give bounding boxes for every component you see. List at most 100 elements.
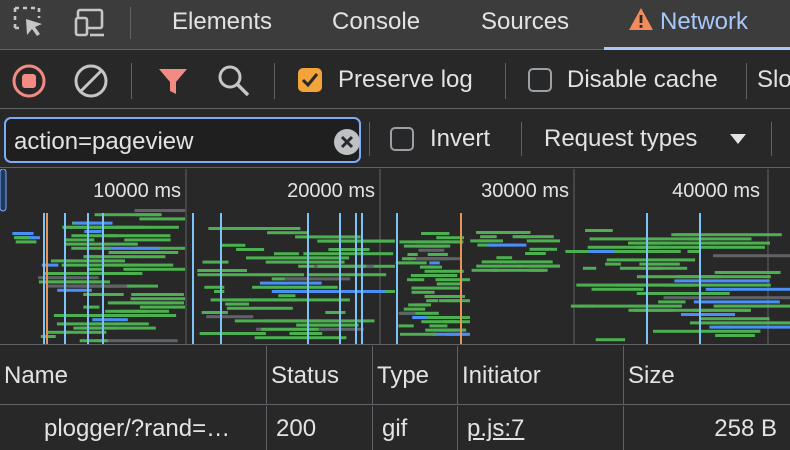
- request-bar: [415, 257, 461, 261]
- column-header-type[interactable]: Type: [373, 346, 458, 405]
- overview-timeline: 10000 ms 20000 ms 30000 ms 40000 ms: [0, 169, 790, 344]
- request-bar: [225, 302, 249, 306]
- request-bar: [481, 260, 517, 264]
- request-bar: [426, 316, 470, 319]
- request-bar: [274, 252, 299, 256]
- request-bar: [418, 248, 445, 252]
- request-bar: [118, 309, 170, 313]
- toolbar-separator: [521, 122, 522, 156]
- request-types-dropdown[interactable]: Request types: [544, 110, 754, 168]
- column-header-name[interactable]: Name: [0, 346, 267, 405]
- filter-icon[interactable]: [155, 63, 191, 99]
- request-bar: [478, 231, 495, 234]
- request-bar: [606, 258, 696, 262]
- request-bar: [526, 239, 560, 243]
- filter-input[interactable]: action=pageview: [4, 117, 361, 163]
- request-bar: [45, 284, 128, 288]
- request-bar: [689, 321, 790, 325]
- request-bar: [57, 288, 92, 292]
- request-bar: [267, 231, 309, 235]
- request-bar: [325, 311, 346, 314]
- request-bar: [65, 259, 78, 263]
- inspect-element-icon[interactable]: [12, 5, 46, 39]
- request-bar: [427, 253, 448, 256]
- overview-selection-handle[interactable]: [0, 169, 7, 212]
- request-bar: [529, 247, 558, 251]
- request-bar: [436, 282, 461, 286]
- network-overview[interactable]: 10000 ms 20000 ms 30000 ms 40000 ms: [0, 169, 790, 345]
- request-bar: [681, 313, 735, 316]
- request-bar: [94, 213, 159, 217]
- request-bar: [92, 318, 128, 322]
- stop-recording-icon[interactable]: [11, 63, 47, 99]
- request-bar: [206, 315, 254, 319]
- tab-sources[interactable]: Sources: [481, 0, 569, 50]
- request-bar: [407, 278, 425, 282]
- request-bar: [636, 292, 730, 295]
- request-bar: [436, 236, 464, 240]
- preserve-log-checkbox[interactable]: [298, 68, 322, 92]
- requests-table: Name Status Type Initiator Size plogger/…: [0, 346, 790, 450]
- request-bar: [426, 299, 438, 303]
- disable-cache-checkbox[interactable]: [528, 68, 552, 92]
- clear-icon[interactable]: [73, 63, 109, 99]
- clear-filter-button[interactable]: [334, 129, 360, 155]
- request-bar: [715, 334, 755, 337]
- invert-label: Invert: [430, 125, 491, 152]
- request-bar: [582, 266, 597, 270]
- request-bar: [264, 319, 375, 323]
- column-header-initiator[interactable]: Initiator: [458, 346, 624, 405]
- devtools-tab-bar: Elements Console Sources Network: [0, 0, 790, 50]
- request-bar: [709, 325, 790, 329]
- invert-checkbox[interactable]: [390, 127, 414, 151]
- throttling-select[interactable]: Slo: [757, 66, 790, 94]
- tab-label: Elements: [172, 8, 273, 35]
- request-bar: [136, 251, 147, 254]
- request-bar: [84, 255, 166, 259]
- request-bar: [442, 320, 470, 324]
- request-bar: [208, 227, 301, 230]
- request-initiator-link[interactable]: p.js:7: [458, 406, 624, 450]
- request-bar: [220, 243, 246, 247]
- request-bar: [68, 272, 143, 275]
- tab-network[interactable]: Network: [628, 0, 748, 50]
- request-bar: [578, 304, 682, 308]
- request-bar: [713, 254, 790, 258]
- table-row[interactable]: plogger/?rand=… 200 gif p.js:7 258 B: [0, 406, 790, 450]
- device-toolbar-icon[interactable]: [74, 5, 108, 39]
- request-bar: [197, 273, 260, 277]
- request-bar: [595, 338, 626, 342]
- request-bar: [674, 279, 770, 283]
- request-bar: [693, 300, 780, 304]
- tab-console[interactable]: Console: [332, 0, 420, 50]
- search-icon[interactable]: [216, 63, 252, 99]
- request-bar: [446, 332, 468, 336]
- request-bar: [14, 236, 30, 240]
- request-bar: [134, 209, 185, 212]
- column-header-status[interactable]: Status: [267, 346, 373, 405]
- request-bar: [487, 243, 527, 247]
- request-bar: [403, 307, 426, 311]
- request-bar: [528, 264, 560, 268]
- chevron-down-icon: [730, 134, 746, 144]
- column-header-size[interactable]: Size: [624, 346, 790, 405]
- request-type: gif: [373, 406, 458, 450]
- request-bar: [289, 332, 323, 335]
- request-bar: [639, 262, 680, 266]
- request-bar: [653, 329, 761, 333]
- tab-elements[interactable]: Elements: [172, 0, 272, 50]
- request-bar: [15, 240, 37, 244]
- request-bar: [663, 296, 790, 300]
- request-bar: [295, 235, 361, 239]
- request-bar: [531, 252, 546, 255]
- request-bar: [265, 260, 345, 264]
- request-name[interactable]: plogger/?rand=…: [0, 406, 267, 450]
- tab-label: Console: [332, 8, 421, 35]
- tick-label: 30000 ms: [481, 180, 569, 202]
- request-bar: [139, 305, 185, 309]
- request-bar: [271, 290, 385, 293]
- close-icon: [340, 135, 354, 149]
- request-bar: [110, 301, 184, 305]
- request-bar: [306, 273, 387, 277]
- request-bar: [114, 322, 149, 326]
